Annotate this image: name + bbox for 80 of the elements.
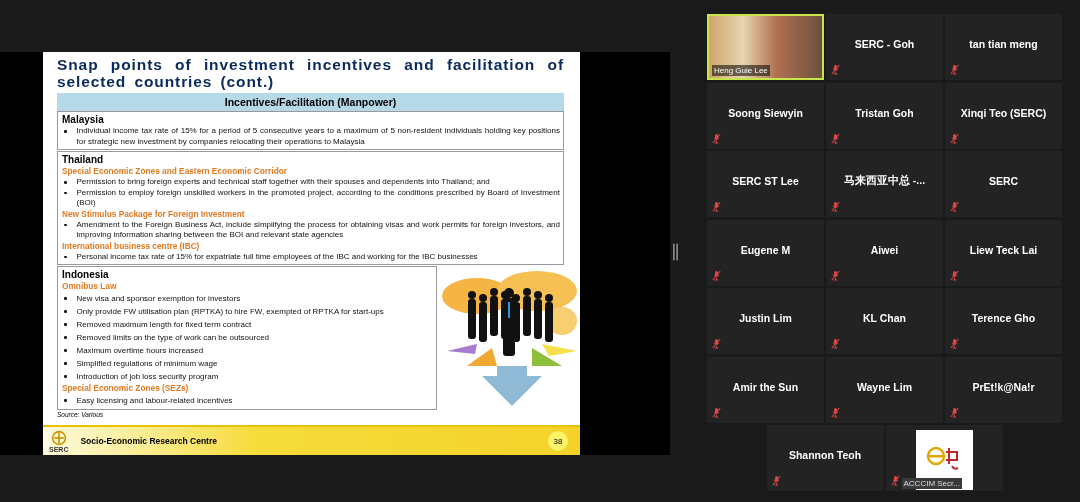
subheading: Special Economic Zones (SEZs) bbox=[62, 383, 190, 394]
bullet-text: Individual income tax rate of 15% for a period of 5 consecutive years to a maximum of 5 non-resident individuals holding key positions for strategic new investment by companies relocating their operations to Malaysia bbox=[76, 126, 560, 147]
bullet-text: Only provide FW utilisation plan (RPTKA) to hire FW, exempted of RPTKA for start-ups bbox=[76, 306, 384, 318]
bullet-icon bbox=[64, 310, 67, 313]
bullet-icon bbox=[64, 130, 67, 133]
participant-name: Terence Gho bbox=[971, 312, 1036, 324]
participant-tile[interactable]: Heng Guie Lee bbox=[707, 14, 824, 80]
resize-handle-icon[interactable] bbox=[673, 242, 678, 262]
subheading: Omnibus Law bbox=[62, 281, 118, 292]
bullet-text: New visa and sponsor exemption for investors bbox=[76, 293, 241, 305]
logo-icon bbox=[50, 429, 67, 446]
participant-name: Soong Siewyin bbox=[728, 106, 803, 119]
participant-name: PrEt!k@Na!r bbox=[972, 380, 1035, 393]
bullet-icon bbox=[64, 362, 67, 365]
bullet-icon bbox=[64, 375, 67, 378]
participant-name: 马来西亚中总 -... bbox=[843, 174, 926, 188]
participant-name: KL Chan bbox=[863, 312, 906, 324]
bullet-text: Removed maximum length for fixed term contract bbox=[76, 319, 252, 331]
bullet-icon bbox=[64, 336, 67, 339]
participant-name: ACCCIM Secr... bbox=[901, 478, 962, 489]
organisation-name: Socio-Economic Research Centre bbox=[80, 436, 218, 446]
bullet-icon bbox=[64, 297, 67, 300]
bullet-text: Maximum overtime hours increased bbox=[76, 345, 204, 357]
bullet-icon bbox=[64, 223, 67, 226]
bullet-icon bbox=[64, 255, 67, 258]
participant-name: tan tian meng bbox=[969, 38, 1038, 50]
participant-name: Aiwei bbox=[870, 243, 899, 256]
country-name: Thailand bbox=[62, 154, 105, 166]
participant-name: SERC ST Lee bbox=[732, 175, 799, 187]
page-number: 38 bbox=[548, 431, 568, 451]
slide-title: Snap points of investment incentives and facilitation of selected countries (cont.) bbox=[56, 56, 565, 90]
participant-name: Wayne Lim bbox=[856, 380, 912, 393]
participant-tile[interactable]: Wayne Lim bbox=[826, 356, 943, 423]
bullet-text: Permission to bring foreign experts and technical staff together with their spouses and dependents into Thailand; and bbox=[76, 177, 490, 188]
participant-name: SERC - Goh bbox=[854, 38, 915, 50]
bullet-text: Removed limits on the type of work can be outsourced bbox=[76, 332, 270, 344]
country-name: Indonesia bbox=[62, 269, 110, 281]
participant-name: Liew Teck Lai bbox=[969, 243, 1038, 256]
participant-tile[interactable]: Liew Teck Lai bbox=[945, 219, 1062, 286]
participant-name: Tristan Goh bbox=[855, 106, 914, 119]
participant-tile[interactable]: ACCCIM Secr... bbox=[885, 425, 1003, 491]
bullet-text: Amendment to the Foreign Business Act, include simplifying the process for obtaining visas and work permits for foreign investors, and improving information sharing between the BOI and relevant state agencies bbox=[76, 219, 560, 241]
participant-tile[interactable]: SERC - Goh bbox=[826, 14, 943, 80]
country-name: Malaysia bbox=[62, 114, 105, 126]
bullet-text: Introduction of job loss security program bbox=[76, 371, 219, 383]
participant-name: Shannon Teoh bbox=[788, 449, 862, 461]
participant-tile[interactable]: Shannon Teoh bbox=[766, 425, 884, 491]
participant-tile[interactable]: Aiwei bbox=[826, 219, 943, 286]
subheading: New Stimulus Package for Foreign Investment bbox=[62, 208, 246, 220]
bullet-icon bbox=[64, 191, 67, 194]
participant-tile[interactable]: SERC ST Lee bbox=[707, 151, 824, 217]
participant-tile[interactable]: PrEt!k@Na!r bbox=[945, 356, 1062, 423]
participant-tile[interactable]: Eugene M bbox=[707, 219, 824, 286]
bullet-text: Permission to employ foreign unskilled workers in the promoted project, according to the conditions prescribed by Board of Investment (BOI) bbox=[76, 187, 560, 209]
participant-tile[interactable]: Soong Siewyin bbox=[707, 82, 824, 149]
participant-tile[interactable]: Xinqi Teo (SERC) bbox=[945, 82, 1062, 149]
bullet-icon bbox=[64, 349, 67, 352]
bullet-icon bbox=[64, 181, 67, 184]
participant-name: Heng Guie Lee bbox=[712, 65, 770, 76]
participant-name: Amir the Sun bbox=[732, 380, 799, 393]
bullet-text: Simplified regulations of minimum wage bbox=[76, 358, 218, 370]
participant-tile[interactable]: Tristan Goh bbox=[826, 82, 943, 149]
participant-tile[interactable]: Amir the Sun bbox=[707, 356, 824, 423]
participant-tile[interactable]: Justin Lim bbox=[707, 288, 824, 354]
participant-tile[interactable]: 马来西亚中总 -... bbox=[826, 151, 943, 217]
table-header: Incentives/Facilitation (Manpower) bbox=[57, 93, 564, 111]
participant-name: SERC bbox=[988, 175, 1019, 187]
bullet-icon bbox=[64, 399, 67, 402]
subheading: International business centre (IBC) bbox=[62, 240, 201, 252]
bullet-text: Easy licensing and labour-related incentives bbox=[76, 395, 233, 407]
participant-name: Xinqi Teo (SERC) bbox=[960, 106, 1047, 119]
bullet-icon bbox=[64, 323, 67, 326]
participant-name: Eugene M bbox=[740, 243, 791, 256]
participant-tile[interactable]: SERC bbox=[945, 151, 1062, 217]
participant-tile[interactable]: tan tian meng bbox=[945, 14, 1062, 80]
bullet-text: Personal income tax rate of 15% for expatriate full time employees of the IBC and working for the IBC businesses bbox=[76, 251, 478, 262]
participant-tile[interactable]: KL Chan bbox=[826, 288, 943, 354]
subheading: Special Economic Zones and Eastern Economic Corridor bbox=[62, 166, 288, 177]
participant-name: Justin Lim bbox=[739, 312, 792, 324]
participant-tile[interactable]: Terence Gho bbox=[945, 288, 1062, 354]
